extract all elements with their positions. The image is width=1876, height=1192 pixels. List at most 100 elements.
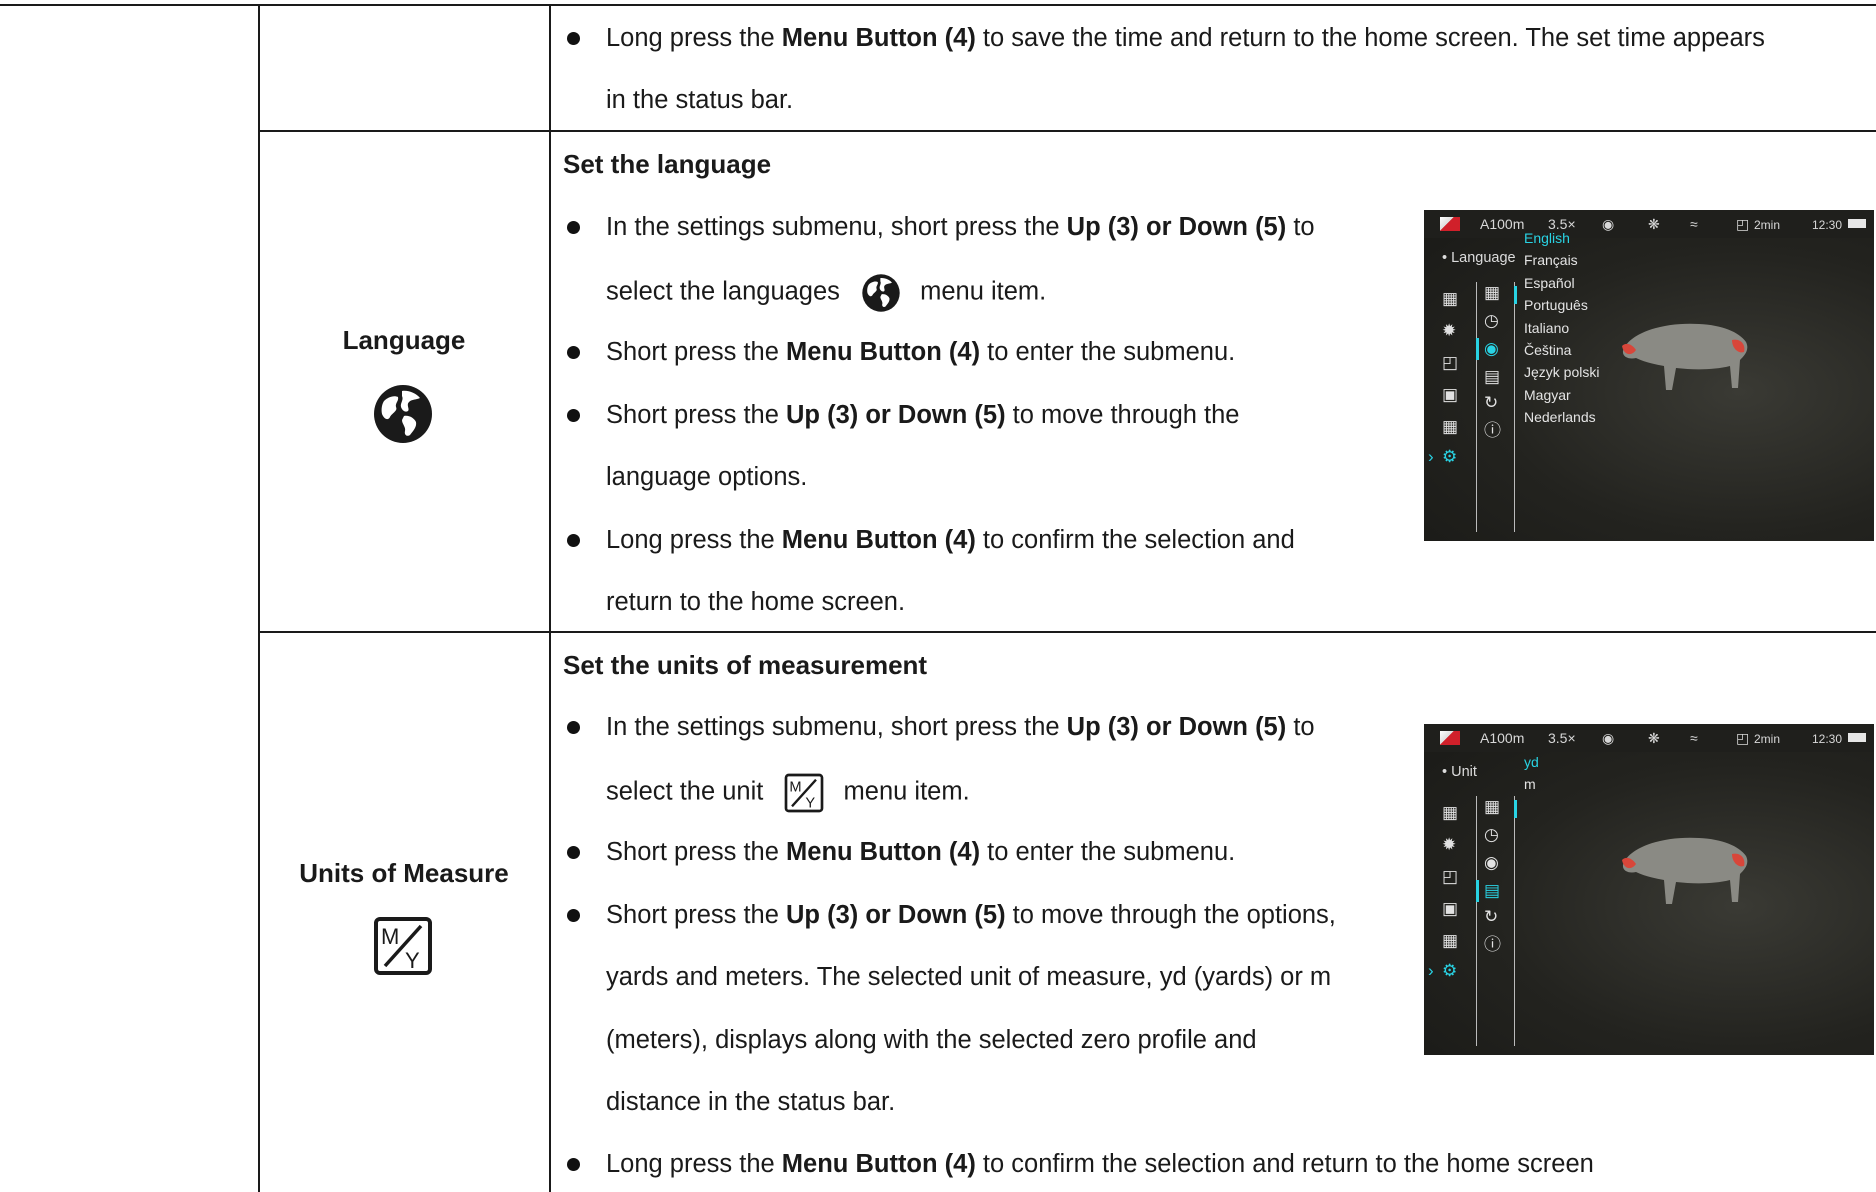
units-step-select-line2: select the unit M Y menu item. [606,773,970,813]
info-icon: ⓘ [1484,935,1501,954]
info-icon: ⓘ [1484,421,1501,440]
language-step-enter: Short press the Menu Button (4) to enter… [606,338,1236,366]
palette-icon [1440,217,1460,231]
table-top-border [0,4,1876,6]
calendar-icon: ▦ [1484,283,1501,302]
menu-option: Português [1524,297,1588,314]
reset-icon: ↻ [1484,907,1499,926]
wifi-icon: ≈ [1690,216,1698,232]
eye-icon: ◉ [1602,216,1615,232]
language-step-select-line2: select the languages menu item. [606,273,1046,313]
row-label-language: Language [342,325,466,355]
stabilizer-icon: ❋ [1648,730,1660,746]
units-step-select: In the settings submenu, short press the… [606,713,1315,741]
device-status-bar: A100m 3.5× ◉ ❋ ≈ ◰ 2min 12:30 [1424,724,1874,752]
units-step-browse: Short press the Up (3) or Down (5) to mo… [606,901,1336,929]
thermal-boar-image [1622,837,1748,904]
table-column-divider-1 [258,4,260,1192]
reticle-icon: ▣ [1442,899,1459,918]
globe-icon: ◉ [1484,853,1499,872]
status-clock: 12:30 [1812,732,1843,746]
standby-timer-icon: ◰ [1736,216,1750,232]
menu-option: Čeština [1524,342,1572,358]
layout-icon: ▦ [1442,931,1459,950]
globe-icon: ◉ [1484,339,1499,358]
units-icon: M Y [785,773,824,813]
status-timer: 2min [1754,732,1781,746]
wifi-icon: ≈ [1690,730,1698,746]
units-icon: M Y [374,917,432,975]
language-menu-screenshot: A100m 3.5× ◉ ❋ ≈ ◰ 2min 12:30 • Language… [1424,210,1874,541]
brightness-icon: ✹ [1442,835,1457,854]
pip-icon: ◰ [1442,353,1459,372]
svg-text:Y: Y [405,948,420,973]
pip-icon: ◰ [1442,867,1459,886]
menu-option: Nederlands [1524,409,1596,426]
svg-text:M: M [381,924,399,949]
bullet-marker [567,721,580,734]
chevron-right-icon: › [1428,961,1434,980]
reset-icon: ↻ [1484,393,1499,412]
globe-icon [374,385,432,443]
units-step-browse-line4: distance in the status bar. [606,1088,896,1116]
units-step-browse-line3: (meters), displays along with the select… [606,1026,1257,1054]
status-zoom: 3.5× [1548,730,1576,746]
svg-text:Y: Y [806,796,816,812]
bullet-marker [567,1158,580,1171]
menu-option: Español [1524,274,1575,291]
menu-option: m [1524,776,1536,793]
language-heading: Set the language [563,149,772,179]
bullet-marker [567,346,580,359]
language-step-browse: Short press the Up (3) or Down (5) to mo… [606,401,1240,429]
row-label-units: Units of Measure [299,858,509,888]
device-status-bar: A100m 3.5× ◉ ❋ ≈ ◰ 2min 12:30 [1424,210,1874,238]
gear-icon: ⚙ [1442,961,1458,980]
palette-icon [1440,731,1460,745]
bullet-marker [567,909,580,922]
standby-timer-icon: ◰ [1736,730,1750,746]
film-settings-icon: ▦ [1442,803,1459,822]
units-step-browse-line2: yards and meters. The selected unit of m… [606,963,1332,991]
status-timer: 2min [1754,218,1781,232]
menu-option: English [1524,230,1570,246]
units-heading: Set the units of measurement [563,650,928,680]
menu-option: Italiano [1524,319,1570,336]
units-menu-screenshot: A100m 3.5× ◉ ❋ ≈ ◰ 2min 12:30 • Unit ▦ ✹… [1424,724,1874,1055]
language-step-browse-line2: language options. [606,463,808,491]
language-step-confirm-line2: return to the home screen. [606,588,906,616]
menu-breadcrumb: • Language [1442,250,1516,266]
menu-option: Magyar [1524,386,1571,403]
eye-icon: ◉ [1602,730,1615,746]
battery-icon [1848,733,1866,742]
menu-option: Język polski [1524,364,1600,381]
time-save-instruction-line2: in the status bar. [606,86,794,114]
gear-icon: ⚙ [1442,447,1458,466]
units-step-confirm: Long press the Menu Button (4) to confir… [606,1150,1594,1178]
calendar-icon: ▦ [1484,797,1501,816]
units-icon: ▤ [1484,367,1501,386]
clock-icon: ◷ [1484,825,1499,844]
menu-option: yd [1524,754,1539,770]
table-column-divider-2 [549,4,551,1192]
battery-icon [1848,219,1866,228]
chevron-right-icon: › [1428,447,1434,466]
units-step-enter: Short press the Menu Button (4) to enter… [606,838,1236,866]
menu-breadcrumb: • Unit [1442,764,1477,780]
units-icon: ▤ [1484,881,1501,900]
time-save-instruction: Long press the Menu Button (4) to save t… [606,24,1765,52]
clock-icon: ◷ [1484,311,1499,330]
row-divider-language-units [258,631,1876,633]
bullet-marker [567,409,580,422]
svg-text:M: M [790,780,802,796]
menu-option: Français [1524,252,1578,269]
globe-icon [862,274,900,312]
bullet-marker [567,32,580,45]
stabilizer-icon: ❋ [1648,216,1660,232]
row-divider-time-language [258,130,1876,132]
status-range: A100m [1480,730,1525,746]
bullet-marker [567,221,580,234]
layout-icon: ▦ [1442,417,1459,436]
status-range: A100m [1480,216,1525,232]
reticle-icon: ▣ [1442,385,1459,404]
film-settings-icon: ▦ [1442,289,1459,308]
